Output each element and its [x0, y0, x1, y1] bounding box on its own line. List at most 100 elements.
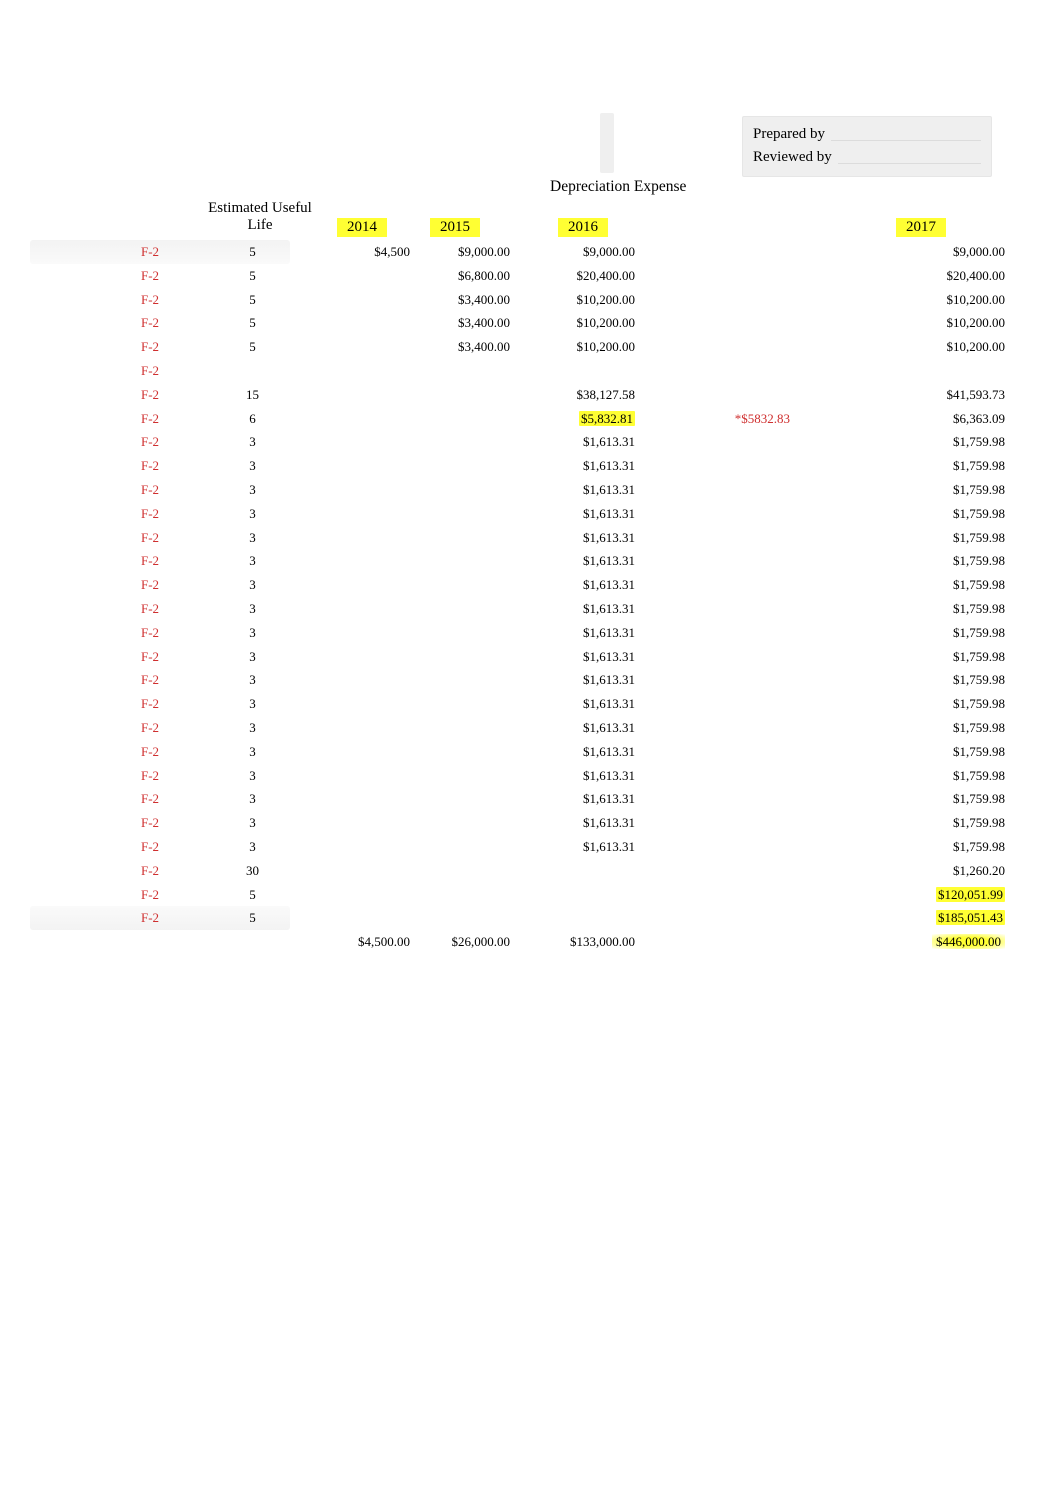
- table-row: F-23$1,613.31$1,759.98: [0, 549, 1062, 573]
- table-row: F-25$3,400.00$10,200.00$10,200.00: [0, 335, 1062, 359]
- row-tag: F-2: [130, 597, 170, 621]
- cell-2016: $1,613.31: [520, 811, 635, 835]
- table-row: F-25$3,400.00$10,200.00$10,200.00: [0, 311, 1062, 335]
- row-tag: F-2: [130, 835, 170, 859]
- cell-2015: $3,400.00: [410, 335, 510, 359]
- table-row: F-2: [0, 359, 1062, 383]
- row-tag: F-2: [130, 787, 170, 811]
- cell-2016: $1,613.31: [520, 454, 635, 478]
- column-headers: Estimated Useful Life 2014 2015 2016 201…: [0, 198, 1062, 242]
- cell-2016: $38,127.58: [520, 383, 635, 407]
- table-row: F-23$1,613.31$1,759.98: [0, 787, 1062, 811]
- table-row: F-2 3 $1,613.31 $1,759.98: [0, 502, 1062, 526]
- row-tag: F-2: [130, 621, 170, 645]
- total-2014: $4,500.00: [310, 930, 410, 954]
- useful-life-value: 5: [205, 906, 300, 930]
- cell-2016: $10,200.00: [520, 311, 635, 335]
- cell-2016: $1,613.31: [520, 668, 635, 692]
- useful-life-value: 3: [205, 549, 300, 573]
- useful-life-value: 3: [205, 526, 300, 550]
- useful-life-value: 3: [205, 645, 300, 669]
- table-row: F-25$120,051.99: [0, 883, 1062, 907]
- table-row: F-2 3 $1,613.31 $1,759.98: [0, 811, 1062, 835]
- cell-2016: $1,613.31: [520, 621, 635, 645]
- row-tag: F-2: [130, 288, 170, 312]
- cell-2016: $1,613.31: [520, 645, 635, 669]
- cell-2017: $10,200.00: [850, 311, 1005, 335]
- cell-2016: $1,613.31: [520, 692, 635, 716]
- row-tag: F-2: [130, 502, 170, 526]
- cell-2017: $1,759.98: [850, 716, 1005, 740]
- table-row: F-23$1,613.31$1,759.98: [0, 621, 1062, 645]
- useful-life-value: 3: [205, 430, 300, 454]
- row-tag: F-2: [130, 478, 170, 502]
- useful-life-value: 5: [205, 335, 300, 359]
- cell-2017: $9,000.00: [850, 240, 1005, 264]
- cell-2016: $1,613.31: [520, 573, 635, 597]
- reviewed-by-field: Reviewed by: [753, 146, 981, 169]
- total-2016: $133,000.00: [520, 930, 635, 954]
- cell-2016: $1,613.31: [520, 430, 635, 454]
- useful-life-value: 3: [205, 787, 300, 811]
- row-tag: F-2: [130, 811, 170, 835]
- cell-2016: $1,613.31: [520, 787, 635, 811]
- row-tag: F-2: [130, 692, 170, 716]
- cell-2017: $185,051.43: [850, 906, 1005, 930]
- useful-life-value: 30: [205, 859, 300, 883]
- cell-2017: $1,759.98: [850, 478, 1005, 502]
- totals-row: $4,500.00$26,000.00$133,000.00$446,000.0…: [0, 930, 1062, 954]
- useful-life-value: 3: [205, 573, 300, 597]
- signoff-box: Prepared by Reviewed by: [742, 116, 992, 177]
- table-row: F-25$4,500$9,000.00$9,000.00$9,000.00: [0, 240, 1062, 264]
- table-row: F-2 3 $1,613.31 $1,759.98: [0, 645, 1062, 669]
- table-row: F-23$1,613.31$1,759.98: [0, 692, 1062, 716]
- row-tag: F-2: [130, 526, 170, 550]
- useful-life-value: 3: [205, 454, 300, 478]
- row-tag: F-2: [130, 645, 170, 669]
- cell-2017: $1,759.98: [850, 740, 1005, 764]
- cell-2017: $1,759.98: [850, 502, 1005, 526]
- useful-life-value: 3: [205, 811, 300, 835]
- cell-2016: $1,613.31: [520, 716, 635, 740]
- cell-2017: $1,759.98: [850, 645, 1005, 669]
- col-2015-header: 2015: [430, 218, 480, 237]
- cell-2017: $10,200.00: [850, 288, 1005, 312]
- table-row: F-25$185,051.43: [0, 906, 1062, 930]
- table-row: F-23$1,613.31$1,759.98: [0, 716, 1062, 740]
- row-tag: F-2: [130, 264, 170, 288]
- cell-2017: $1,759.98: [850, 549, 1005, 573]
- reviewed-by-label: Reviewed by: [753, 146, 832, 169]
- cell-2015: $6,800.00: [410, 264, 510, 288]
- cell-2017: $1,759.98: [850, 835, 1005, 859]
- table-row: F-23$1,613.31$1,759.98: [0, 454, 1062, 478]
- table-row: F-23$1,613.31$1,759.98: [0, 764, 1062, 788]
- row-tag: F-2: [130, 668, 170, 692]
- cell-2017: $1,759.98: [850, 573, 1005, 597]
- table-row: F-26$5,832.81*$5832.83$6,363.09: [0, 407, 1062, 431]
- cell-2017: $1,759.98: [850, 811, 1005, 835]
- cell-2014: $4,500: [310, 240, 410, 264]
- cell-2016: $1,613.31: [520, 502, 635, 526]
- row-tag: F-2: [130, 240, 170, 264]
- table-row: F-23$1,613.31$1,759.98: [0, 740, 1062, 764]
- cell-2017: $6,363.09: [850, 407, 1005, 431]
- useful-life-value: 6: [205, 407, 300, 431]
- col-2016-header: 2016: [558, 218, 608, 237]
- row-tag: F-2: [130, 764, 170, 788]
- useful-life-value: 5: [205, 288, 300, 312]
- table-row: F-23$1,613.31$1,759.98: [0, 835, 1062, 859]
- useful-life-value: 15: [205, 383, 300, 407]
- useful-life-value: 5: [205, 311, 300, 335]
- row-tag: F-2: [130, 740, 170, 764]
- cell-2017: $1,759.98: [850, 764, 1005, 788]
- row-tag: F-2: [130, 430, 170, 454]
- cell-2017: $1,260.20: [850, 859, 1005, 883]
- cell-2017: $1,759.98: [850, 692, 1005, 716]
- cell-2015: $3,400.00: [410, 288, 510, 312]
- table-row: F-215$38,127.58$41,593.73: [0, 383, 1062, 407]
- useful-life-value: 3: [205, 502, 300, 526]
- table-row: F-23$1,613.31$1,759.98: [0, 597, 1062, 621]
- cell-2017: $1,759.98: [850, 621, 1005, 645]
- row-tag: F-2: [130, 311, 170, 335]
- row-tag: F-2: [130, 883, 170, 907]
